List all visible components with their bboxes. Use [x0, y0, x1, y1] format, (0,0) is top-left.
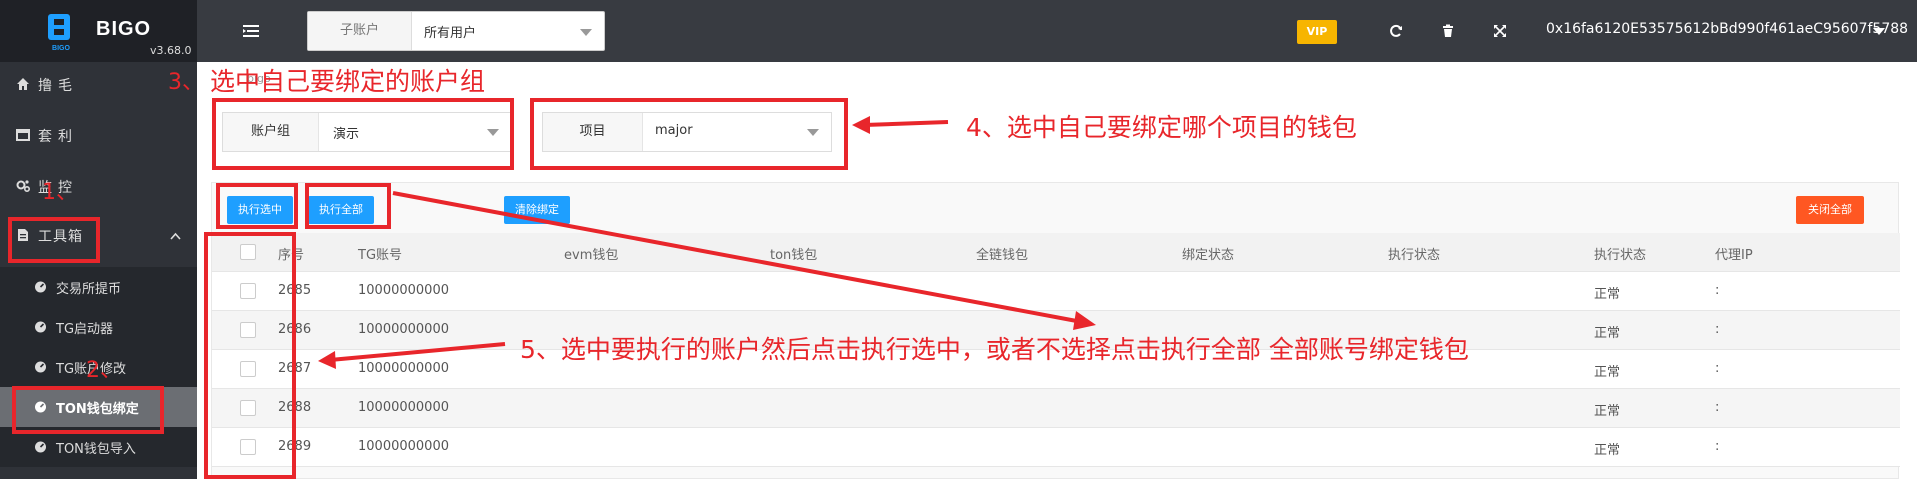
row-proxy-ip: :	[1715, 283, 1720, 298]
annotation-box-account-group	[212, 98, 514, 170]
sidebar-subitem-exchange-withdraw[interactable]: 交易所提币	[0, 267, 197, 307]
sidebar-subitem-label: 交易所提币	[56, 282, 122, 297]
chevron-down-icon	[580, 29, 592, 36]
row-exec-status: 正常	[1594, 287, 1621, 302]
sidebar-item-monitor[interactable]: 监控	[0, 164, 197, 212]
annotation-step2: 2、	[86, 358, 122, 383]
annotation-step4-text: 4、选中自己要绑定哪个项目的钱包	[966, 113, 1357, 142]
sidebar-item-arbitrage[interactable]: 套利	[0, 113, 197, 161]
row-proxy-ip: :	[1715, 322, 1720, 337]
table-row[interactable]: 2685 10000000000 正常 :	[212, 272, 1900, 311]
column-header: 执行状态	[1594, 248, 1647, 263]
column-header: 全链钱包	[976, 248, 1029, 263]
annotation-box-execute-all	[305, 183, 391, 229]
sidebar-subitem-label: TON钱包导入	[56, 442, 136, 457]
column-header: 代理IP	[1715, 248, 1753, 263]
chevron-up-icon	[170, 232, 181, 240]
trash-icon[interactable]	[1441, 24, 1455, 38]
dashboard-icon	[35, 321, 46, 333]
column-header: evm钱包	[564, 248, 619, 263]
wallet-address[interactable]: 0x16fa6120E53575612bBd990f461aeC95607f57…	[1546, 21, 1908, 37]
table-header-row: 序号 TG账号 evm钱包 ton钱包 全链钱包 绑定状态 执行状态 执行状态 …	[212, 233, 1900, 272]
annotation-step1: 1、	[42, 180, 78, 205]
sub-account-label: 子账户	[308, 12, 412, 50]
menu-toggle-icon[interactable]	[243, 24, 259, 38]
row-tg-account: 10000000000	[358, 361, 449, 376]
sidebar-item-label: 撸毛	[38, 78, 78, 94]
bigo-logo-icon: BIGO	[48, 14, 70, 52]
row-tg-account: 10000000000	[358, 400, 449, 415]
row-tg-account: 10000000000	[358, 439, 449, 454]
annotation-step3-number: 3、	[168, 70, 204, 95]
column-header: ton钱包	[770, 248, 818, 263]
top-header: 子账户 所有用户 VIP 0x16fa6120E53575612bBd990f4…	[197, 0, 1917, 62]
fullscreen-icon[interactable]	[1493, 24, 1507, 38]
table-row[interactable]: 2688 10000000000 正常 :	[212, 389, 1900, 428]
clear-binding-button[interactable]: 清除绑定	[504, 196, 570, 224]
dashboard-icon	[35, 281, 46, 293]
column-header: 绑定状态	[1182, 248, 1235, 263]
row-exec-status: 正常	[1594, 326, 1621, 341]
close-all-button[interactable]: 关闭全部	[1796, 196, 1864, 224]
sidebar-item-label: 套利	[38, 129, 78, 145]
row-exec-status: 正常	[1594, 365, 1621, 380]
brand-header: BIGO BIGO v3.68.0	[0, 0, 197, 62]
sidebar-subitem-tg-launcher[interactable]: TG启动器	[0, 307, 197, 347]
dashboard-icon	[35, 441, 46, 453]
window-icon	[16, 129, 30, 141]
column-header: 执行状态	[1388, 248, 1441, 263]
annotation-box-checkboxes	[204, 232, 296, 479]
row-tg-account: 10000000000	[358, 322, 449, 337]
column-header: TG账号	[358, 248, 403, 263]
annotation-step3-text: 选中自己要绑定的账户组	[210, 67, 486, 96]
brand-version: v3.68.0	[150, 44, 192, 57]
annotation-box-execute-selected	[216, 183, 298, 229]
refresh-icon[interactable]	[1389, 24, 1403, 38]
gears-icon	[16, 180, 30, 192]
annotation-step5-text: 5、选中要执行的账户然后点击执行选中，或者不选择点击执行全部 全部账号绑定钱包	[520, 335, 1469, 364]
row-tg-account: 10000000000	[358, 283, 449, 298]
sub-account-value: 所有用户	[424, 26, 477, 41]
row-proxy-ip: :	[1715, 361, 1720, 376]
sub-account-select[interactable]: 子账户 所有用户	[307, 11, 605, 51]
annotation-box-project	[530, 98, 848, 170]
row-proxy-ip: :	[1715, 439, 1720, 454]
row-exec-status: 正常	[1594, 404, 1621, 419]
home-icon	[17, 78, 29, 90]
brand-name: BIGO	[96, 18, 152, 40]
account-chevron-down-icon[interactable]	[1873, 28, 1885, 35]
row-proxy-ip: :	[1715, 400, 1720, 415]
row-exec-status: 正常	[1594, 443, 1621, 458]
sidebar-subitem-label: TG启动器	[56, 322, 114, 337]
vip-badge: VIP	[1297, 20, 1337, 44]
table-row[interactable]: 2689 10000000000 正常 :	[212, 428, 1900, 467]
annotation-box-toolbox	[8, 217, 100, 263]
dashboard-icon	[35, 361, 46, 373]
annotation-box-ton-bind	[12, 386, 164, 434]
logo-text: BIGO	[52, 45, 70, 52]
